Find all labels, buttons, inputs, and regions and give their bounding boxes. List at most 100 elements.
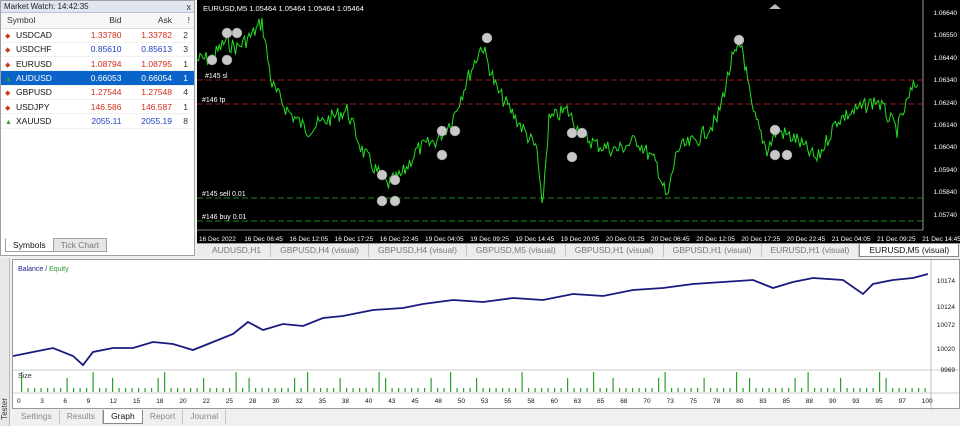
size-bar <box>411 388 413 392</box>
tab-symbols[interactable]: Symbols <box>5 238 54 252</box>
market-watch-row[interactable]: ◆ USDCAD 1.33780 1.33782 2 <box>1 28 194 43</box>
close-icon[interactable]: x <box>187 1 192 13</box>
chart-tab[interactable]: EURUSD,H1 (visual) <box>762 244 860 257</box>
symbol-cell: ◆ EURUSD <box>1 56 75 72</box>
chart-tab[interactable]: GBPUSD,H4 (visual) <box>369 244 467 257</box>
size-bar <box>268 388 270 392</box>
size-bar <box>710 388 712 392</box>
graph-legend: Balance / Equity <box>18 266 69 273</box>
price-trace <box>197 17 919 204</box>
graph-x-label: 22 <box>202 398 210 405</box>
direction-icon: ◆ <box>5 104 11 112</box>
size-bar <box>261 388 263 392</box>
size-bar <box>40 388 42 392</box>
graph-x-label: 80 <box>736 398 744 405</box>
tab-tick-chart[interactable]: Tick Chart <box>52 238 108 252</box>
size-bar <box>671 388 673 392</box>
size-bar <box>593 372 595 392</box>
time-axis-label: 19 Dec 20:05 <box>560 236 600 243</box>
direction-icon: ▲ <box>5 76 12 84</box>
size-bar <box>508 388 510 392</box>
size-bar <box>86 388 88 392</box>
size-bar <box>157 378 159 392</box>
market-watch-row[interactable]: ◆ USDCHF 0.85610 0.85613 3 <box>1 42 194 58</box>
graph-y-label: 9969 <box>940 367 955 374</box>
market-watch-table: Symbol Bid Ask ! ◆ USDCAD 1.33780 1.33782 2 ◆… <box>1 13 194 129</box>
size-bar <box>300 388 302 392</box>
chart-tab[interactable]: AUDUSD,H1 <box>203 244 272 257</box>
size-bar <box>255 388 257 392</box>
size-bar <box>190 388 192 392</box>
symbol-cell: ◆ USDJPY <box>1 99 75 115</box>
size-bar <box>183 388 185 392</box>
size-bar <box>177 388 179 392</box>
order-label-sl: #145 sl <box>205 73 228 80</box>
size-bar <box>690 388 692 392</box>
size-bar <box>79 388 81 392</box>
market-watch-row[interactable]: ▲ XAUUSD 2055.11 2055.19 8 <box>1 113 194 129</box>
tester-sidebar: Tester <box>0 258 10 426</box>
ask-cell: 1.08795 <box>125 56 176 72</box>
trade-marker-icon <box>389 195 401 207</box>
spread-cell: 1 <box>176 70 194 86</box>
size-bar <box>131 388 133 392</box>
symbol-name: USDJPY <box>16 101 50 112</box>
symbol-cell: ◆ USDCHF <box>1 42 75 58</box>
graph-x-label: 25 <box>225 398 234 405</box>
market-watch-row[interactable]: ◆ USDJPY 146.586 146.587 1 <box>1 99 194 115</box>
col-bid[interactable]: Bid <box>75 13 126 29</box>
time-axis-label: 21 Dec 04:05 <box>831 236 871 243</box>
col-symbol[interactable]: Symbol <box>1 13 75 29</box>
order-label-buy: #146 buy 0.01 <box>202 214 247 221</box>
size-bar <box>144 388 146 392</box>
graph-x-label: 55 <box>504 398 512 405</box>
size-bar <box>424 388 426 392</box>
col-spread[interactable]: ! <box>176 13 194 29</box>
trade-marker-icon <box>481 32 493 44</box>
tester-tab-journal[interactable]: Journal <box>183 410 227 424</box>
market-watch-row[interactable]: ◆ EURUSD 1.08794 1.08795 1 <box>1 56 194 72</box>
graph-x-label: 95 <box>875 398 883 405</box>
graph-x-label: 60 <box>550 398 558 405</box>
chart-tab[interactable]: GBPUSD,H4 (visual) <box>271 244 370 257</box>
tester-tab-results[interactable]: Results <box>60 410 104 424</box>
tester-tab-graph[interactable]: Graph <box>103 410 143 424</box>
tester-tab-report[interactable]: Report <box>143 410 184 424</box>
tester-tab-settings[interactable]: Settings <box>14 410 60 424</box>
size-bar <box>840 378 842 392</box>
time-axis-label: 20 Dec 22:45 <box>786 236 826 243</box>
price-chart[interactable]: EURUSD,M5 1.05464 1.05464 1.05464 1.0546… <box>197 0 960 243</box>
graph-x-label: 78 <box>713 398 721 405</box>
size-bar <box>820 388 822 392</box>
size-bar <box>320 388 322 392</box>
price-axis-label: 1.06240 <box>933 99 958 107</box>
size-bar <box>216 388 218 392</box>
col-ask[interactable]: Ask <box>125 13 176 29</box>
legend-equity: Equity <box>49 266 69 273</box>
size-bar <box>788 388 790 392</box>
size-bar <box>456 388 458 392</box>
market-watch-row[interactable]: ▲ AUDUSD 0.66053 0.66054 1 <box>1 70 194 86</box>
size-bar <box>606 388 608 392</box>
chart-tab[interactable]: GBPUSD,M5 (visual) <box>467 244 566 257</box>
size-bar <box>495 388 497 392</box>
size-bar <box>27 388 29 392</box>
size-bar <box>703 378 705 392</box>
graph-x-label: 30 <box>272 398 280 405</box>
chart-tab[interactable]: GBPUSD,H1 (visual) <box>566 244 664 257</box>
size-bar <box>118 388 120 392</box>
time-axis-label: 21 Dec 09:25 <box>877 236 916 243</box>
symbol-cell: ◆ USDCAD <box>1 28 75 43</box>
chart-tab[interactable]: GBPUSD,H1 (visual) <box>664 244 762 257</box>
direction-icon: ▲ <box>5 118 12 126</box>
size-bar <box>229 388 231 392</box>
size-bar <box>151 388 153 392</box>
size-bar <box>814 388 816 392</box>
graph-x-label: 35 <box>318 398 326 405</box>
chart-tab[interactable]: EURUSD,M5 (visual) <box>859 244 960 257</box>
market-watch-row[interactable]: ◆ GBPUSD 1.27544 1.27548 4 <box>1 85 194 100</box>
trade-marker-icon <box>221 54 233 66</box>
chart-tabs: AUDUSD,H1 GBPUSD,H4 (visual) GBPUSD,H4 (vi… <box>197 243 960 257</box>
size-bar <box>287 388 289 392</box>
size-bar <box>222 388 224 392</box>
